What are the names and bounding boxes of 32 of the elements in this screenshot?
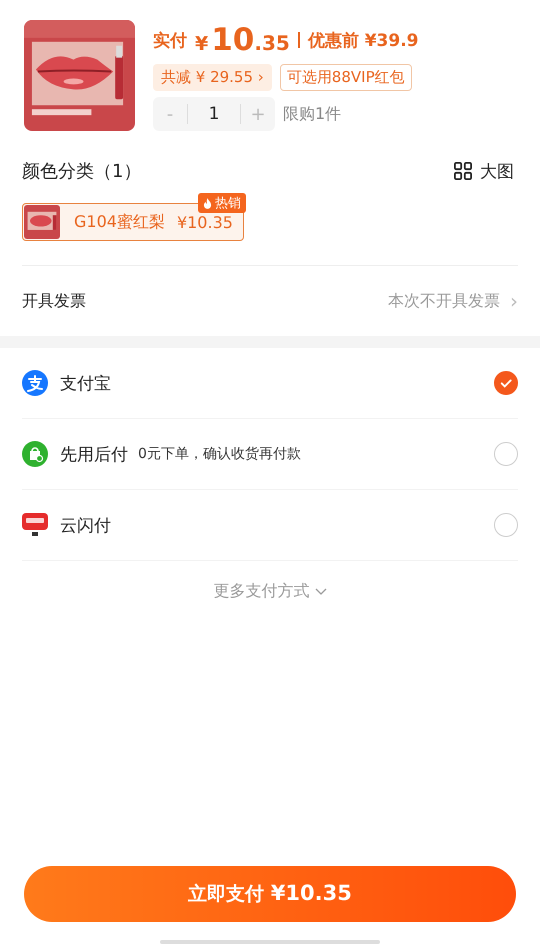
- large-view-button[interactable]: 大图: [454, 160, 514, 182]
- payment-name: 云闪付: [60, 514, 111, 536]
- payment-option[interactable]: 云闪付: [22, 490, 518, 561]
- chevron-down-icon: [314, 588, 326, 596]
- payment-name: 支付宝: [60, 372, 111, 394]
- hot-badge: 热销: [198, 193, 246, 213]
- original-price: 优惠前 ¥39.9: [308, 30, 419, 52]
- quantity-field[interactable]: 1: [187, 104, 241, 124]
- price-label: 实付: [153, 30, 187, 52]
- price: ¥10.35: [195, 22, 290, 58]
- discount-tag[interactable]: 共减 ¥ 29.55 ›: [153, 64, 272, 91]
- coupon-tag[interactable]: 可选用88VIP红包: [280, 64, 412, 91]
- radio-button[interactable]: [494, 371, 518, 395]
- invoice-label: 开具发票: [22, 290, 86, 312]
- limit-text: 限购1件: [283, 104, 342, 124]
- section-title: 颜色分类（1）: [22, 160, 142, 183]
- radio-button[interactable]: [494, 442, 518, 466]
- payment-note: 0元下单，确认收货再付款: [138, 445, 301, 463]
- minus-button[interactable]: -: [153, 104, 187, 124]
- flame-icon: [203, 198, 212, 208]
- radio-button[interactable]: [494, 513, 518, 537]
- payment-option[interactable]: 支付宝: [22, 348, 518, 419]
- shopping-bag-icon: [22, 441, 48, 467]
- payment-name: 先用后付: [60, 444, 128, 466]
- plus-button[interactable]: +: [241, 104, 275, 124]
- alipay-icon: [22, 370, 48, 396]
- unionpay-icon: [22, 512, 48, 538]
- payment-option[interactable]: 先用后付 0元下单，确认收货再付款: [22, 419, 518, 490]
- pay-button[interactable]: 立即支付 ¥10.35: [24, 866, 516, 922]
- grid-icon: [454, 162, 472, 180]
- more-payment-link[interactable]: 更多支付方式: [214, 581, 326, 602]
- invoice-option[interactable]: 本次不开具发票 ›: [388, 289, 518, 313]
